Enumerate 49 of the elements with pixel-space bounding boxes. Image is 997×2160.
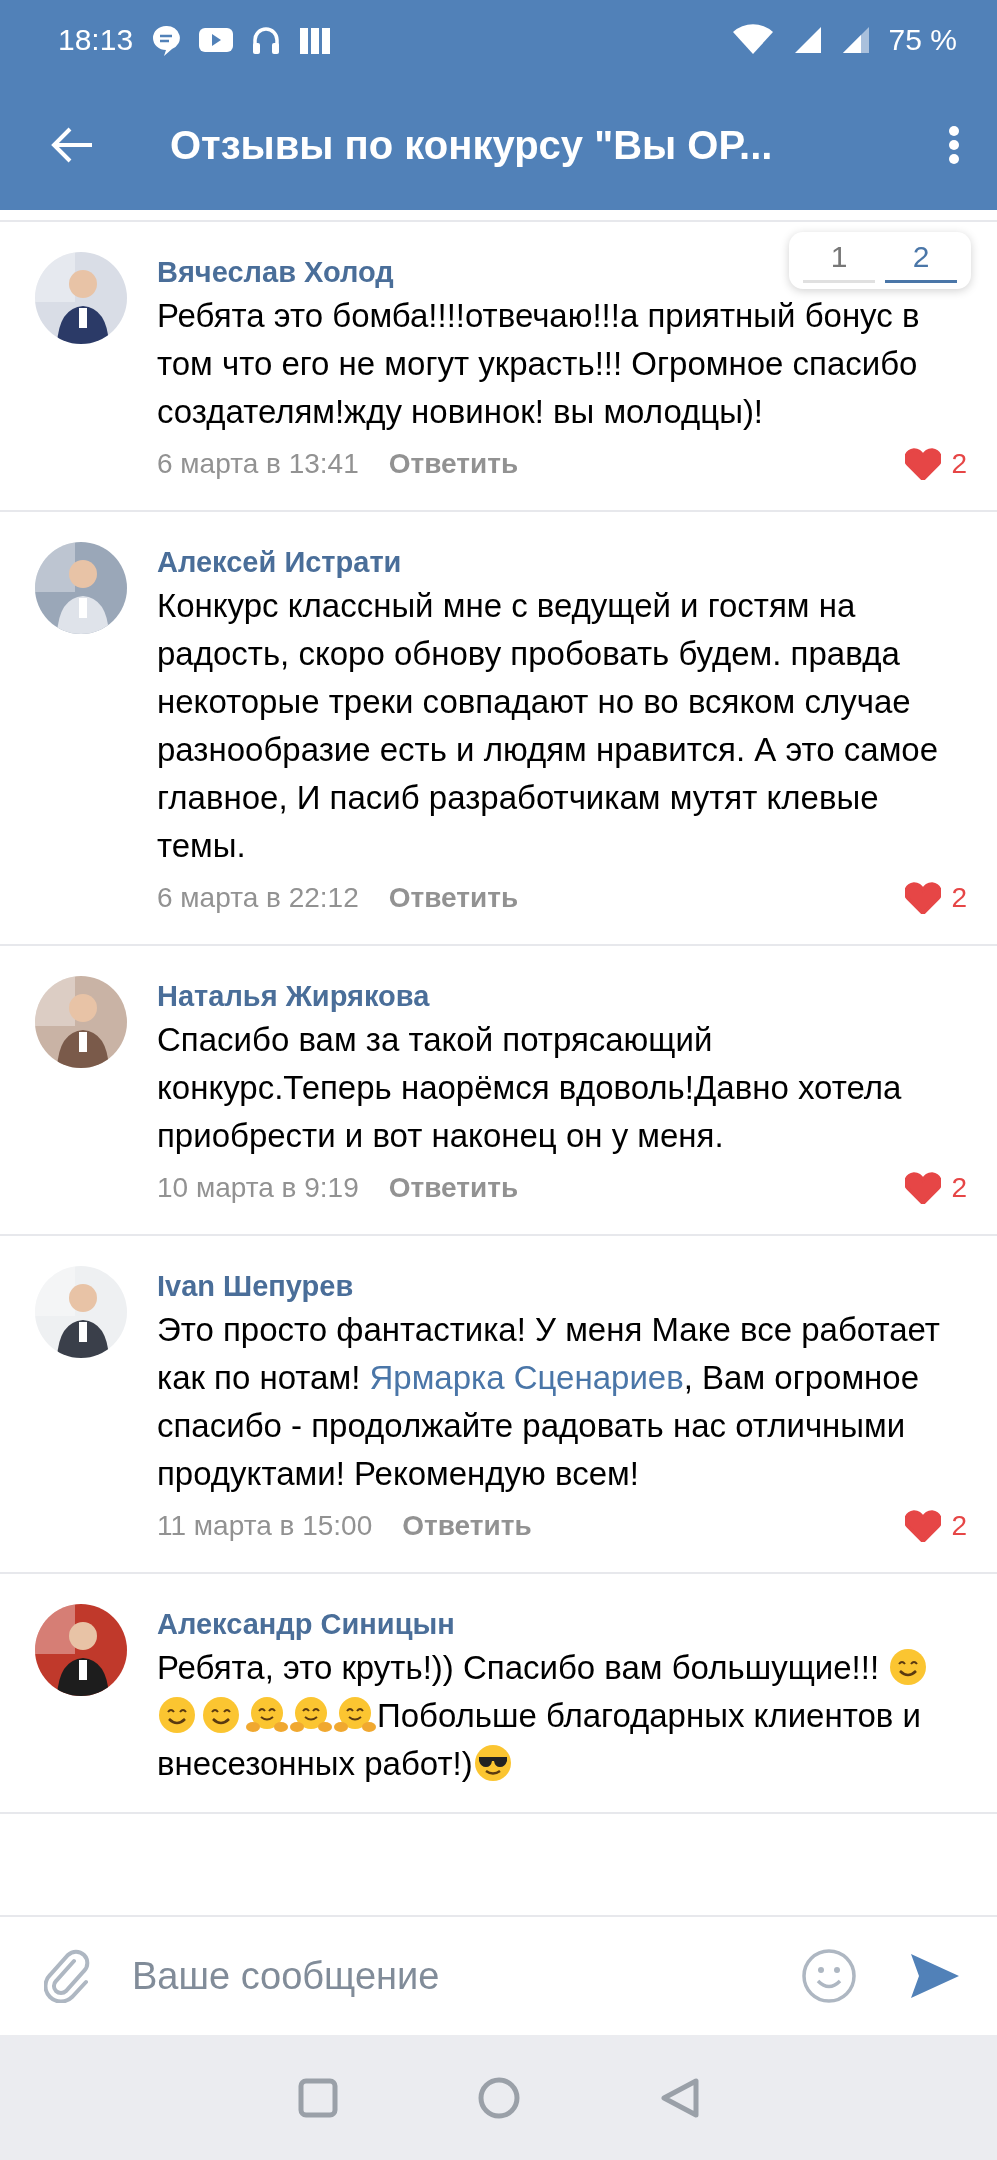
hugging-face-icon [289,1695,333,1735]
like-button[interactable]: 2 [905,1510,967,1542]
page-title: Отзывы по конкурсу "Вы ОР... [170,122,774,168]
comment-date: 6 марта в 22:12 [157,882,359,914]
comment-text: Спасибо вам за такой потрясающий конкурс.Теперь наорёмся вдоволь!Давно хотела приобрести и вот наконец он у меня. [157,1020,903,1156]
chat-bubble-icon [151,24,182,56]
comment-text: Это просто фантастика! У меня Маке все работает как по нотам! Ярмарка Сценариев, Вам огромное спасибо - продолжайте радовать нас отличными продуктами! Рекомендую всем! [157,1310,941,1494]
smiling-face-icon [157,1695,197,1735]
back-icon[interactable] [659,2076,700,2119]
heart-icon [905,1510,942,1542]
hugging-face-icon [333,1695,377,1735]
sunglasses-face-icon [472,1743,513,1783]
author-name[interactable]: Ivan Шепурев [157,1266,354,1306]
comment-text: Ребята, это круть!)) Спасибо вам большущие!!! Побольше благодарных клиентов и внесезонных работ!) [157,1644,947,1788]
comment-date: 10 марта в 9:19 [157,1172,359,1204]
smiling-face-icon [888,1647,929,1687]
video-play-icon [199,28,234,52]
author-name[interactable]: Александр Синицын [157,1604,455,1644]
battery-level: 75 % [888,23,957,57]
reply-link[interactable]: Ответить [388,882,519,914]
reply-link[interactable]: Ответить [388,448,519,480]
comment-date: 11 марта в 15:00 [157,1510,373,1542]
page-tab[interactable]: 2 [885,238,957,283]
home-icon[interactable] [477,2076,520,2119]
smiling-face-icon [201,1695,241,1735]
comment-date: 6 марта в 13:41 [157,448,359,480]
heart-icon [905,1172,942,1204]
heart-icon [905,448,942,480]
paperclip-icon [44,1949,90,2003]
author-name[interactable]: Вячеслав Холод [157,252,394,292]
heart-icon [905,882,942,914]
wifi-icon [730,24,775,56]
more-menu-icon[interactable] [947,125,961,165]
like-button[interactable]: 2 [905,882,967,914]
books-icon [299,25,332,55]
like-button[interactable]: 2 [905,448,967,480]
hugging-face-icon [245,1695,289,1735]
author-name[interactable]: Алексей Истрати [157,542,402,582]
comment-text: Ребята это бомба!!!!отвечаю!!!а приятный бонус в том что его не могут украсть!!! Огромное спасибо создателям!жду новинок! вы молодцы)! [157,296,921,432]
comment-text: Конкурс классный мне с ведущей и гостям на радость, скоро обнову пробовать будем. правда некоторые треки совпадают но во всяком случае разнообразие есть и людям нравится. А это самое главное, И пасиб разработчикам мутят клевые темы. [157,586,940,866]
recents-icon[interactable] [297,2077,338,2118]
reply-link[interactable]: Ответить [388,1172,519,1204]
reply-link[interactable]: Ответить [402,1510,532,1542]
headphones-icon [251,25,282,55]
page-tab[interactable]: 1 [803,238,875,283]
mention-link[interactable]: Ярмарка Сценариев [369,1359,684,1396]
status-time: 18:13 [58,23,134,57]
like-button[interactable]: 2 [905,1172,967,1204]
author-name[interactable]: Наталья Жирякова [157,976,430,1016]
